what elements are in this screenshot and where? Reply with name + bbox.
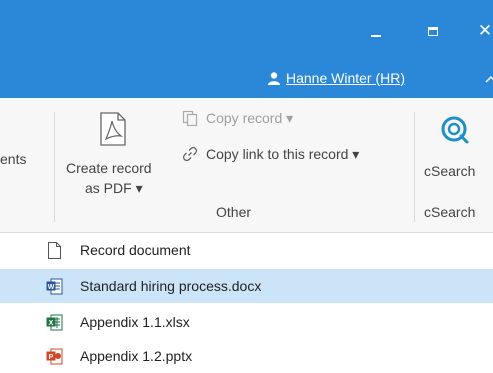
svg-text:X: X [49, 320, 54, 327]
copy-record-label: Copy record ▾ [206, 110, 294, 126]
svg-text:P: P [49, 354, 54, 361]
link-icon [182, 146, 198, 162]
file-name: Appendix 1.1.xlsx [80, 314, 190, 330]
create-pdf-button[interactable]: Create record as PDF ▾ [62, 104, 174, 196]
maximize-icon [428, 26, 438, 36]
minimize-icon [371, 35, 381, 37]
ribbon-separator [54, 112, 55, 222]
copy-icon [182, 110, 198, 126]
ribbon-separator [414, 112, 415, 222]
copy-link-button[interactable]: Copy link to this record ▾ [182, 144, 407, 166]
list-item-standard-hiring-process[interactable]: W Standard hiring process.docx [0, 269, 493, 303]
window-titlebar: ✕ [0, 0, 493, 60]
group-label-csearch: cSearch [424, 204, 476, 220]
user-icon [268, 71, 280, 85]
csearch-button[interactable]: cSearch [418, 104, 490, 196]
file-name: Appendix 1.2.pptx [80, 348, 193, 364]
ribbon-partial-button-label[interactable]: ents [0, 151, 26, 167]
user-menu[interactable]: Hanne Winter (HR) [268, 70, 405, 86]
excel-icon: X [46, 314, 63, 331]
user-name-link[interactable]: Hanne Winter (HR) [286, 70, 405, 86]
user-bar: Hanne Winter (HR) [0, 60, 493, 98]
file-name: Standard hiring process.docx [80, 278, 262, 294]
close-icon: ✕ [477, 21, 493, 41]
create-pdf-label-line1: Create record [66, 160, 152, 176]
document-icon [48, 242, 61, 259]
csearch-icon [441, 116, 469, 144]
list-item-appendix-1-1[interactable]: X Appendix 1.1.xlsx [0, 305, 493, 339]
close-button[interactable]: ✕ [472, 18, 493, 44]
pdf-icon [100, 112, 126, 146]
minimize-button[interactable] [363, 18, 389, 44]
chevron-up-icon[interactable] [485, 74, 493, 86]
ribbon: ents Create record as PDF ▾ Copy record … [0, 98, 493, 233]
group-label-other: Other [216, 204, 252, 220]
create-pdf-label-line2: as PDF ▾ [85, 180, 143, 196]
list-item-appendix-1-2[interactable]: P Appendix 1.2.pptx [0, 339, 493, 373]
file-name: Record document [80, 242, 191, 258]
copy-link-label: Copy link to this record ▾ [206, 146, 360, 162]
word-icon: W [46, 278, 63, 295]
copy-record-button[interactable]: Copy record ▾ [182, 108, 342, 130]
svg-text:W: W [48, 284, 55, 291]
csearch-label: cSearch [424, 163, 476, 179]
maximize-button[interactable] [420, 18, 446, 44]
list-item-record-document[interactable]: Record document [0, 233, 493, 267]
powerpoint-icon: P [46, 348, 63, 365]
